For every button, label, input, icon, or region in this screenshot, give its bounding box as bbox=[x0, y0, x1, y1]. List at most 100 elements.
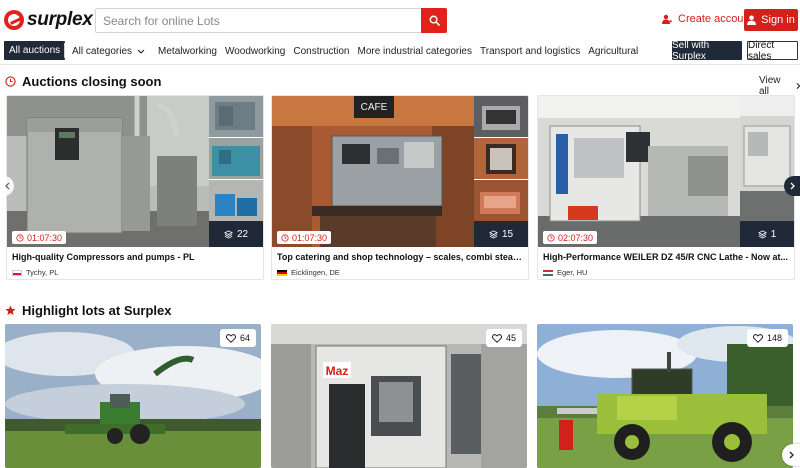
clock-icon bbox=[5, 76, 16, 87]
clock-icon bbox=[547, 233, 555, 242]
highlights-section-title: Highlight lots at Surplex bbox=[5, 303, 172, 318]
nav-all-auctions[interactable]: All auctions bbox=[4, 41, 66, 60]
auction-card[interactable]: 1 02:07:30 High-Performance WEILER DZ 45… bbox=[537, 95, 795, 280]
nav-item-more-industrial[interactable]: More industrial categories bbox=[358, 46, 473, 57]
auction-title[interactable]: High-Performance WEILER DZ 45/R CNC Lath… bbox=[543, 252, 791, 262]
favorite-count: 45 bbox=[505, 333, 516, 343]
poland-flag-icon bbox=[12, 269, 22, 276]
timer-value: 01:07:30 bbox=[27, 232, 63, 243]
nav-item-construction[interactable]: Construction bbox=[293, 46, 349, 57]
thumbnail bbox=[209, 180, 263, 221]
highlights-title-text: Highlight lots at Surplex bbox=[22, 303, 172, 318]
highlight-lot-card[interactable]: Maz 45 bbox=[271, 324, 527, 468]
auction-thumbnails: 1 bbox=[739, 96, 794, 247]
chevron-right-icon bbox=[789, 451, 794, 459]
countdown-timer: 01:07:30 bbox=[12, 231, 67, 244]
auction-location: Eger, HU bbox=[543, 268, 587, 277]
heart-icon bbox=[491, 333, 502, 343]
auction-card[interactable]: 22 01:07:30 High-quality Compressors and… bbox=[6, 95, 264, 280]
layers-icon bbox=[757, 229, 767, 239]
germany-flag-icon bbox=[277, 269, 287, 276]
logo-icon bbox=[4, 10, 24, 30]
auction-thumbnails: 22 bbox=[208, 96, 263, 247]
carousel-next-button[interactable] bbox=[784, 176, 800, 196]
thumbnail bbox=[209, 96, 263, 137]
clock-icon bbox=[16, 233, 24, 242]
search-input[interactable] bbox=[96, 9, 421, 32]
auction-title[interactable]: High-quality Compressors and pumps - PL bbox=[12, 252, 260, 262]
lot-count: 1 bbox=[770, 228, 777, 240]
auctions-title-text: Auctions closing soon bbox=[22, 74, 162, 89]
view-all-link[interactable]: View all bbox=[759, 75, 800, 97]
favorite-count: 148 bbox=[766, 333, 782, 343]
auction-location: Eicklingen, DE bbox=[277, 268, 340, 277]
lot-count-badge: 22 bbox=[209, 221, 263, 247]
direct-sales-button[interactable]: Direct sales bbox=[747, 40, 798, 62]
auction-image: CAFE bbox=[272, 96, 474, 247]
nav-item-woodworking[interactable]: Woodworking bbox=[225, 46, 285, 57]
chevron-right-icon bbox=[796, 82, 800, 90]
nav-divider bbox=[64, 43, 65, 58]
auction-thumbnails: 15 bbox=[473, 96, 528, 247]
main-nav: All auctions All categories Metalworking… bbox=[0, 40, 800, 62]
auction-location: Tychy, PL bbox=[12, 268, 58, 277]
heart-icon bbox=[225, 333, 236, 343]
layers-icon bbox=[488, 229, 498, 239]
chevron-down-icon bbox=[137, 49, 145, 54]
surplex-logo[interactable]: surplex bbox=[4, 9, 93, 31]
nav-links: All categories Metalworking Woodworking … bbox=[72, 40, 646, 62]
timer-value: 01:07:30 bbox=[292, 232, 328, 243]
heart-icon bbox=[752, 333, 763, 343]
highlight-lot-card[interactable]: 64 bbox=[5, 324, 261, 468]
thumbnail bbox=[209, 138, 263, 179]
favorite-button[interactable]: 45 bbox=[485, 329, 522, 347]
star-icon bbox=[5, 305, 16, 316]
thumbnail bbox=[740, 96, 794, 221]
lot-count: 22 bbox=[236, 228, 249, 240]
site-header: surplex Create account Sign in bbox=[0, 0, 800, 40]
hungary-flag-icon bbox=[543, 269, 553, 276]
sign-in-label: Sign in bbox=[761, 14, 795, 26]
location-text: Eicklingen, DE bbox=[291, 268, 340, 277]
auction-image bbox=[538, 96, 740, 247]
chevron-right-icon bbox=[790, 182, 795, 190]
location-text: Tychy, PL bbox=[26, 268, 59, 277]
countdown-timer: 02:07:30 bbox=[543, 231, 598, 244]
header-divider bbox=[0, 64, 800, 65]
thumbnail bbox=[474, 180, 528, 221]
favorite-button[interactable]: 64 bbox=[219, 329, 256, 347]
search-button[interactable] bbox=[421, 8, 447, 33]
favorite-count: 64 bbox=[239, 333, 250, 343]
cafe-sign: CAFE bbox=[361, 102, 388, 113]
nav-all-categories[interactable]: All categories bbox=[72, 46, 150, 57]
search-bar bbox=[95, 8, 447, 33]
sign-in-button[interactable]: Sign in bbox=[744, 9, 798, 31]
create-account-label: Create account bbox=[678, 13, 753, 25]
create-account-link[interactable]: Create account bbox=[662, 13, 753, 25]
auctions-section-title: Auctions closing soon bbox=[5, 74, 161, 89]
chevron-left-icon bbox=[4, 182, 9, 190]
view-all-label: View all bbox=[759, 75, 781, 97]
lot-count-badge: 1 bbox=[740, 221, 794, 247]
location-text: Eger, HU bbox=[557, 268, 588, 277]
auction-title[interactable]: Top catering and shop technology – scale… bbox=[277, 252, 525, 262]
nav-item-transport[interactable]: Transport and logistics bbox=[480, 46, 580, 57]
countdown-timer: 01:07:30 bbox=[277, 231, 332, 244]
nav-item-agricultural[interactable]: Agricultural bbox=[588, 46, 638, 57]
highlights-next-button[interactable] bbox=[782, 444, 800, 466]
brand-name: surplex bbox=[27, 9, 93, 30]
user-plus-icon bbox=[662, 14, 672, 24]
nav-all-categories-label: All categories bbox=[72, 45, 133, 57]
favorite-button[interactable]: 148 bbox=[746, 329, 788, 347]
thumbnail bbox=[474, 138, 528, 179]
user-icon bbox=[747, 15, 757, 25]
timer-value: 02:07:30 bbox=[558, 232, 594, 243]
lot-count: 15 bbox=[501, 228, 514, 240]
machine-brand-label: Maz bbox=[326, 364, 349, 378]
auction-card[interactable]: CAFE 15 01:07:30 Top catering and shop t… bbox=[271, 95, 529, 280]
highlight-lot-card[interactable]: 148 bbox=[537, 324, 793, 468]
clock-icon bbox=[281, 233, 289, 242]
nav-item-metalworking[interactable]: Metalworking bbox=[158, 46, 217, 57]
sell-with-surplex-button[interactable]: Sell with Surplex bbox=[672, 40, 742, 62]
thumbnail bbox=[474, 96, 528, 137]
